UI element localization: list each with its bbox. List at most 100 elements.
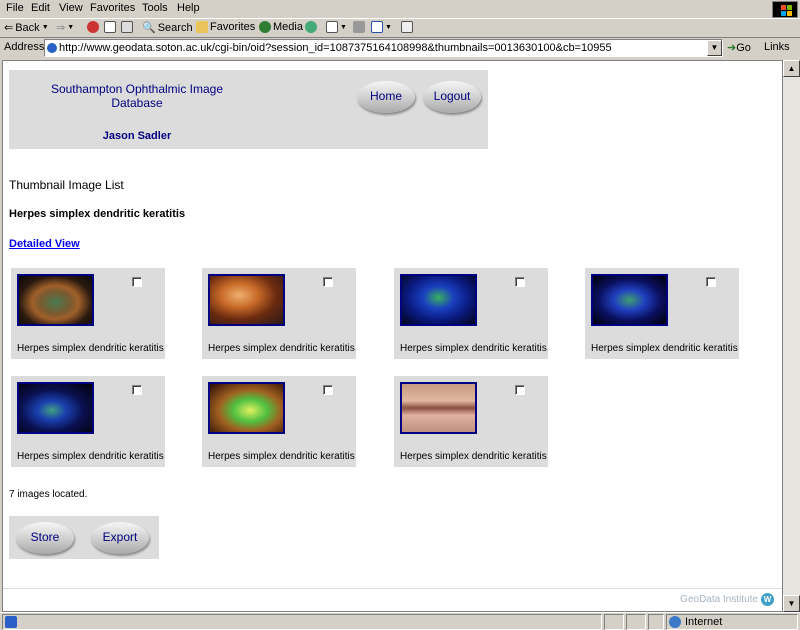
thumbnail-card: Herpes simplex dendritic keratitis: [11, 268, 165, 359]
status-panel: [626, 614, 646, 630]
media-button[interactable]: Media: [259, 21, 303, 33]
thumbnail-card: Herpes simplex dendritic keratitis: [394, 376, 548, 467]
select-checkbox[interactable]: [706, 277, 716, 287]
database-title: Southampton Ophthalmic Image Database: [50, 82, 224, 110]
scroll-up-button[interactable]: ▲: [783, 60, 800, 77]
thumbnail-image[interactable]: [591, 274, 668, 326]
toolbar: ⇐ Back ▼ ⇒ ▼ 🔍 Search Favorites Media ▼ ▼: [0, 18, 800, 38]
menu-help[interactable]: Help: [177, 2, 200, 14]
thumbnail-card: Herpes simplex dendritic keratitis: [202, 268, 356, 359]
menu-favorites[interactable]: Favorites: [90, 2, 135, 14]
home-toolbar-button[interactable]: [121, 21, 133, 33]
thumbnail-caption: Herpes simplex dendritic keratitis: [400, 343, 547, 354]
forward-arrow-icon: ⇒: [56, 22, 66, 34]
print-icon: [353, 21, 365, 33]
go-arrow-icon: ➜: [727, 42, 737, 54]
mail-icon: [326, 21, 338, 33]
footer-divider: [3, 588, 782, 589]
page-content: Southampton Ophthalmic Image Database Ja…: [2, 60, 783, 612]
print-button[interactable]: [353, 21, 365, 33]
stop-button[interactable]: [87, 21, 99, 33]
select-checkbox[interactable]: [323, 277, 333, 287]
menu-view[interactable]: View: [59, 2, 83, 14]
vertical-scrollbar[interactable]: ▲ ▼: [783, 60, 800, 612]
store-button[interactable]: Store: [16, 522, 74, 554]
media-icon: [259, 21, 271, 33]
select-checkbox[interactable]: [323, 385, 333, 395]
thumbnail-caption: Herpes simplex dendritic keratitis: [208, 451, 355, 462]
thumbnail-caption: Herpes simplex dendritic keratitis: [400, 451, 547, 462]
word-icon: [371, 21, 383, 33]
address-input[interactable]: http://www.geodata.soton.ac.uk/cgi-bin/o…: [44, 39, 723, 57]
mail-button[interactable]: ▼: [326, 21, 347, 33]
favorites-icon: [196, 21, 208, 33]
back-button[interactable]: ⇐ Back ▼: [4, 21, 49, 35]
chevron-up-icon: ▲: [787, 64, 796, 73]
discuss-icon: [401, 21, 413, 33]
thumbnail-image[interactable]: [17, 382, 94, 434]
user-name: Jason Sadler: [102, 130, 172, 142]
collection-title: Herpes simplex dendritic keratitis: [9, 208, 186, 220]
address-url: http://www.geodata.soton.ac.uk/cgi-bin/o…: [59, 42, 612, 54]
forward-button[interactable]: ⇒ ▼: [56, 21, 74, 34]
edit-button[interactable]: ▼: [371, 21, 392, 33]
home-button[interactable]: Home: [357, 81, 415, 113]
links-button[interactable]: Links: [764, 41, 790, 53]
chevron-down-icon: ▼: [385, 23, 392, 31]
history-button[interactable]: [305, 21, 317, 33]
favorites-button[interactable]: Favorites: [196, 21, 255, 33]
footer-text: GeoData Institute: [680, 594, 758, 605]
menu-file[interactable]: File: [6, 2, 24, 14]
globe-icon: [669, 616, 681, 628]
thumbnail-card: Herpes simplex dendritic keratitis: [585, 268, 739, 359]
select-checkbox[interactable]: [515, 277, 525, 287]
menu-bar: File Edit View Favorites Tools Help: [0, 0, 800, 18]
zone-panel: Internet: [666, 614, 798, 630]
menu-edit[interactable]: Edit: [31, 2, 50, 14]
select-checkbox[interactable]: [132, 277, 142, 287]
select-checkbox[interactable]: [132, 385, 142, 395]
thumbnail-card: Herpes simplex dendritic keratitis: [394, 268, 548, 359]
header-panel: Southampton Ophthalmic Image Database Ja…: [9, 70, 488, 149]
chevron-down-icon: ▼: [710, 43, 719, 52]
chevron-down-icon: ▼: [41, 24, 49, 31]
refresh-icon: [104, 21, 116, 33]
thumbnail-caption: Herpes simplex dendritic keratitis: [17, 451, 164, 462]
search-icon: 🔍: [142, 22, 156, 34]
result-count: 7 images located.: [9, 489, 88, 500]
thumbnail-card: Herpes simplex dendritic keratitis: [202, 376, 356, 467]
thumbnail-image[interactable]: [17, 274, 94, 326]
menu-tools[interactable]: Tools: [142, 2, 168, 14]
discuss-button[interactable]: [401, 21, 413, 33]
refresh-button[interactable]: [104, 21, 116, 33]
thumbnail-image[interactable]: [208, 382, 285, 434]
thumbnail-card: Herpes simplex dendritic keratitis: [11, 376, 165, 467]
thumbnail-image[interactable]: [400, 274, 477, 326]
status-panel: [648, 614, 664, 630]
scroll-down-button[interactable]: ▼: [783, 595, 800, 612]
footer: GeoData Institute W: [680, 593, 774, 606]
thumbnail-caption: Herpes simplex dendritic keratitis: [591, 343, 738, 354]
thumbnail-image[interactable]: [400, 382, 477, 434]
address-dropdown-button[interactable]: ▼: [707, 40, 722, 56]
export-button[interactable]: Export: [91, 522, 149, 554]
home-icon: [121, 21, 133, 33]
go-button[interactable]: ➜Go: [727, 41, 751, 54]
thumbnail-image[interactable]: [208, 274, 285, 326]
stop-icon: [87, 21, 99, 33]
address-bar: Address http://www.geodata.soton.ac.uk/c…: [0, 38, 800, 58]
select-checkbox[interactable]: [515, 385, 525, 395]
windows-logo-icon: [772, 1, 798, 18]
action-panel: Store Export: [9, 516, 159, 559]
back-arrow-icon: ⇐: [4, 22, 14, 34]
search-button[interactable]: 🔍 Search: [142, 21, 193, 35]
zone-label: Internet: [685, 616, 723, 628]
page-title: Thumbnail Image List: [9, 178, 124, 192]
page-done-icon: [5, 616, 17, 628]
detailed-view-link[interactable]: Detailed View: [9, 238, 80, 250]
history-icon: [305, 21, 317, 33]
chevron-down-icon: ▼: [67, 24, 75, 31]
logout-button[interactable]: Logout: [423, 81, 481, 113]
chevron-down-icon: ▼: [340, 23, 347, 31]
address-label: Address: [4, 41, 45, 53]
